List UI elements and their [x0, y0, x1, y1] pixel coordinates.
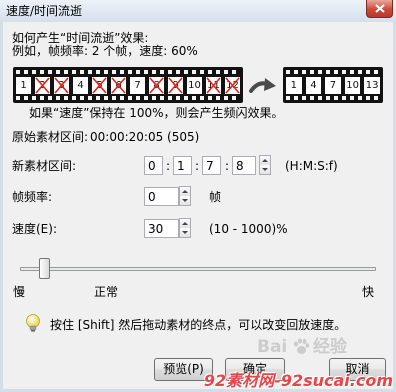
- film-frame: 5: [92, 77, 107, 94]
- frame-number: 1: [20, 80, 27, 91]
- source-filmstrip: 1 2 3 4 5 6 7 8 9 10 11 12: [13, 67, 243, 103]
- spin-down-button[interactable]: [180, 228, 190, 237]
- speed-slider-thumb[interactable]: [39, 258, 51, 279]
- time-separator: :: [195, 159, 200, 173]
- lightbulb-icon: [26, 314, 40, 332]
- paw-icon: [294, 338, 310, 354]
- frame-number: 1: [290, 80, 297, 91]
- time-separator: :: [225, 159, 230, 173]
- spin-up-icon: [262, 159, 268, 162]
- frame-rate-unit: 帧: [209, 190, 222, 204]
- film-frame: 3: [54, 77, 69, 94]
- film-frame: 11: [206, 77, 221, 94]
- removed-frame-x-mark: [54, 77, 69, 94]
- tip-text: 按住 [Shift] 然后拖动素材的终点，可以改变回放速度。: [50, 318, 347, 332]
- intro-example: 例如，帧频率: 2 个帧，速度: 60%: [12, 44, 198, 58]
- sprocket-holes: [16, 96, 240, 100]
- sprocket-holes: [286, 96, 380, 100]
- window-title: 速度/时间流逝: [6, 4, 83, 18]
- result-filmstrip: 1 4 7 10 13: [283, 67, 383, 103]
- new-duration-seconds-field[interactable]: [202, 156, 221, 175]
- removed-frame-x-mark: [206, 77, 221, 94]
- title-bar: 速度/时间流逝: [0, 0, 396, 22]
- close-button[interactable]: [366, 0, 393, 18]
- arrow-right-icon: [249, 78, 276, 93]
- frame-number: 10: [188, 80, 201, 91]
- spin-up-icon: [182, 222, 188, 225]
- new-duration-hours-field[interactable]: [144, 156, 163, 175]
- speed-range-hint: (10 - 1000)%: [209, 222, 288, 236]
- sprocket-holes: [16, 70, 240, 74]
- frame-number: 4: [77, 80, 84, 91]
- time-separator: :: [166, 159, 171, 173]
- site-watermark: 92素材网-92sucai.com: [203, 371, 393, 390]
- slider-normal-label: 正常: [94, 285, 119, 299]
- removed-frame-x-mark: [225, 77, 240, 94]
- film-frame: 6: [111, 77, 126, 94]
- frame-rate-spinner[interactable]: [179, 186, 191, 206]
- removed-frame-x-mark: [35, 77, 50, 94]
- film-frame: 10: [344, 77, 361, 94]
- spin-down-icon: [182, 231, 188, 234]
- frame-number: 7: [134, 80, 141, 91]
- removed-frame-x-mark: [168, 77, 183, 94]
- film-frame: 1: [286, 77, 302, 94]
- original-duration-value: 00:00:20:05 (505): [90, 130, 200, 144]
- time-format-hint: (H:M:S:f): [285, 159, 338, 173]
- original-duration-label: 原始素材区间:: [12, 130, 89, 144]
- film-frame: 4: [73, 77, 88, 94]
- film-frame: 7: [325, 77, 341, 94]
- spin-down-button[interactable]: [260, 165, 270, 174]
- frame-rate-input[interactable]: [144, 187, 179, 206]
- film-frame: 1: [16, 77, 31, 94]
- sprocket-holes: [286, 70, 380, 74]
- new-duration-minutes-field[interactable]: [173, 156, 192, 175]
- speed-slider-track[interactable]: [20, 267, 376, 271]
- speed-label: 速度(E):: [12, 222, 57, 236]
- spin-down-icon: [182, 199, 188, 202]
- film-frame: 10: [187, 77, 202, 94]
- speed-spinner[interactable]: [179, 218, 191, 238]
- film-frame: 7: [130, 77, 145, 94]
- baidu-watermark-jingyan: 经验: [313, 337, 347, 357]
- new-duration-frames-field[interactable]: [232, 156, 256, 175]
- frame-number: 4: [310, 80, 317, 91]
- film-frame: 8: [149, 77, 164, 94]
- speed-input[interactable]: [144, 219, 179, 238]
- intro-heading: 如何产生“时间流逝”效果:: [12, 31, 149, 45]
- slider-fast-label: 快: [362, 285, 375, 299]
- frame-number: 7: [329, 80, 337, 91]
- dialog-window: 速度/时间流逝: [0, 0, 396, 392]
- slider-slow-label: 慢: [13, 285, 26, 299]
- frame-rate-label: 帧频率:: [12, 190, 53, 204]
- removed-frame-x-mark: [149, 77, 164, 94]
- film-frame: 2: [35, 77, 50, 94]
- spin-up-icon: [182, 190, 188, 193]
- film-frame: 9: [168, 77, 183, 94]
- new-duration-label: 新素材区间:: [12, 159, 77, 173]
- strobe-note: 如果“速度”保持在 100%，则会产生频闪效果。: [29, 106, 284, 120]
- spin-down-button[interactable]: [180, 196, 190, 205]
- spin-down-icon: [262, 168, 268, 171]
- removed-frame-x-mark: [111, 77, 126, 94]
- film-frame: 12: [225, 77, 240, 94]
- baidu-watermark-text: Bai: [257, 337, 288, 357]
- film-frame: 4: [305, 77, 322, 94]
- close-icon: [375, 4, 385, 13]
- frame-number: 10: [346, 80, 359, 91]
- removed-frame-x-mark: [92, 77, 107, 94]
- frame-number: 13: [365, 80, 379, 91]
- film-frame: 13: [364, 77, 380, 94]
- new-duration-spinner[interactable]: [259, 155, 271, 175]
